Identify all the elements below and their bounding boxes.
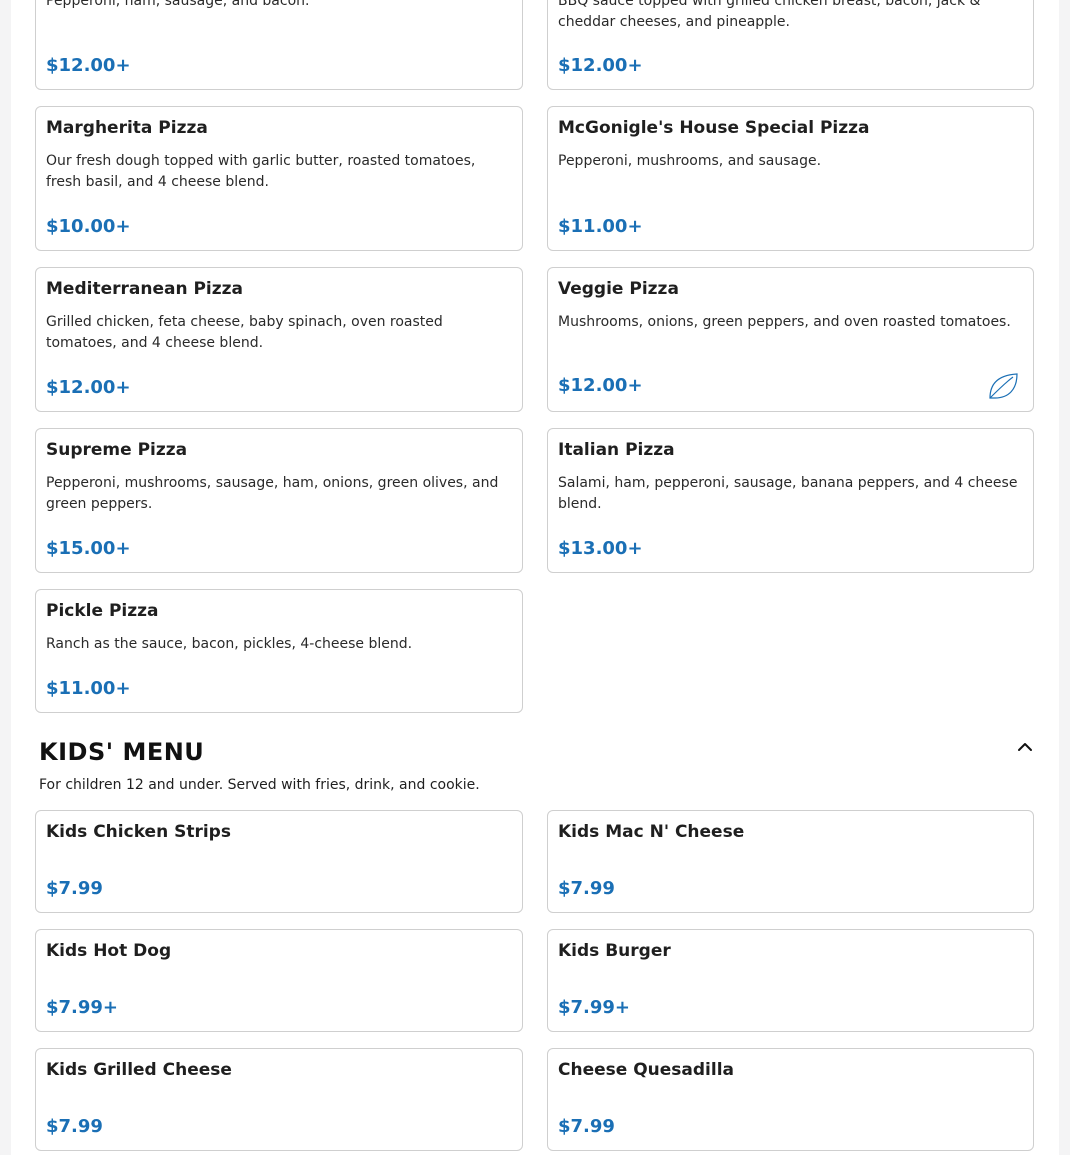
menu-item-card[interactable]: Italian Pizza Salami, ham, pepperoni, sa… [547, 428, 1034, 573]
item-price: $7.99+ [46, 997, 119, 1018]
menu-item-card[interactable]: Kids Grilled Cheese $7.99 [35, 1048, 523, 1151]
item-price: $7.99+ [558, 997, 631, 1018]
item-description: Salami, ham, pepperoni, sausage, banana … [558, 475, 1018, 512]
item-description: BBQ sauce topped with grilled chicken br… [558, 0, 981, 30]
item-description: Mushrooms, onions, green peppers, and ov… [558, 314, 1011, 330]
item-name: Margherita Pizza [46, 118, 208, 138]
item-price: $11.00+ [558, 216, 643, 237]
item-description: Ranch as the sauce, bacon, pickles, 4-ch… [46, 636, 413, 652]
menu-page: Pepperoni, ham, sausage, and bacon. $12.… [11, 0, 1059, 1155]
item-name: Cheese Quesadilla [558, 1060, 735, 1080]
item-description: Pepperoni, mushrooms, and sausage. [558, 153, 822, 169]
item-price: $12.00+ [558, 55, 643, 76]
menu-item-card[interactable]: Pepperoni, ham, sausage, and bacon. $12.… [35, 0, 523, 90]
item-price: $11.00+ [46, 678, 131, 699]
item-price: $7.99 [46, 1116, 103, 1137]
item-name: Kids Chicken Strips [46, 822, 231, 842]
menu-item-card[interactable]: McGonigle's House Special Pizza Pepperon… [547, 106, 1034, 251]
item-price: $12.00+ [46, 55, 131, 76]
item-price: $15.00+ [46, 538, 131, 559]
item-price: $7.99 [558, 878, 615, 899]
item-price: $12.00+ [558, 375, 643, 396]
menu-item-card[interactable]: Pickle Pizza Ranch as the sauce, bacon, … [35, 589, 523, 713]
item-price: $12.00+ [46, 377, 131, 398]
menu-item-card[interactable]: Veggie Pizza Mushrooms, onions, green pe… [547, 267, 1034, 412]
item-name: Italian Pizza [558, 440, 675, 460]
item-description: Grilled chicken, feta cheese, baby spina… [46, 314, 443, 351]
item-name: Kids Grilled Cheese [46, 1060, 232, 1080]
item-name: Veggie Pizza [558, 279, 679, 299]
item-name: Kids Hot Dog [46, 941, 172, 961]
item-name: Kids Mac N' Cheese [558, 822, 745, 842]
item-name: Mediterranean Pizza [46, 279, 244, 299]
item-name: Supreme Pizza [46, 440, 188, 460]
item-name: Kids Burger [558, 941, 671, 961]
menu-item-card[interactable]: BBQ sauce topped with grilled chicken br… [547, 0, 1034, 90]
menu-item-card[interactable]: Mediterranean Pizza Grilled chicken, fet… [35, 267, 523, 412]
item-price: $10.00+ [46, 216, 131, 237]
item-price: $7.99 [558, 1116, 615, 1137]
item-description: Pepperoni, mushrooms, sausage, ham, onio… [46, 475, 499, 512]
item-description: Pepperoni, ham, sausage, and bacon. [46, 0, 310, 9]
kids-grid: Kids Chicken Strips $7.99 Kids Mac N' Ch… [35, 810, 1034, 1151]
section-note: For children 12 and under. Served with f… [39, 777, 480, 793]
menu-item-card[interactable]: Supreme Pizza Pepperoni, mushrooms, saus… [35, 428, 523, 573]
menu-item-card[interactable]: Margherita Pizza Our fresh dough topped … [35, 106, 523, 251]
section-title: KIDS' MENU [39, 738, 205, 766]
item-description: Our fresh dough topped with garlic butte… [46, 153, 476, 190]
pizza-grid: Pepperoni, ham, sausage, and bacon. $12.… [35, 0, 1034, 713]
chevron-up-icon[interactable] [1015, 737, 1035, 757]
menu-item-card[interactable]: Kids Hot Dog $7.99+ [35, 929, 523, 1032]
menu-item-card[interactable]: Kids Chicken Strips $7.99 [35, 810, 523, 913]
item-name: Pickle Pizza [46, 601, 159, 621]
menu-item-card[interactable]: Kids Mac N' Cheese $7.99 [547, 810, 1034, 913]
item-price: $13.00+ [558, 538, 643, 559]
item-price: $7.99 [46, 878, 103, 899]
item-name: McGonigle's House Special Pizza [558, 118, 870, 138]
menu-item-card[interactable]: Kids Burger $7.99+ [547, 929, 1034, 1032]
menu-item-card[interactable]: Cheese Quesadilla $7.99 [547, 1048, 1034, 1151]
leaf-icon [989, 373, 1018, 399]
